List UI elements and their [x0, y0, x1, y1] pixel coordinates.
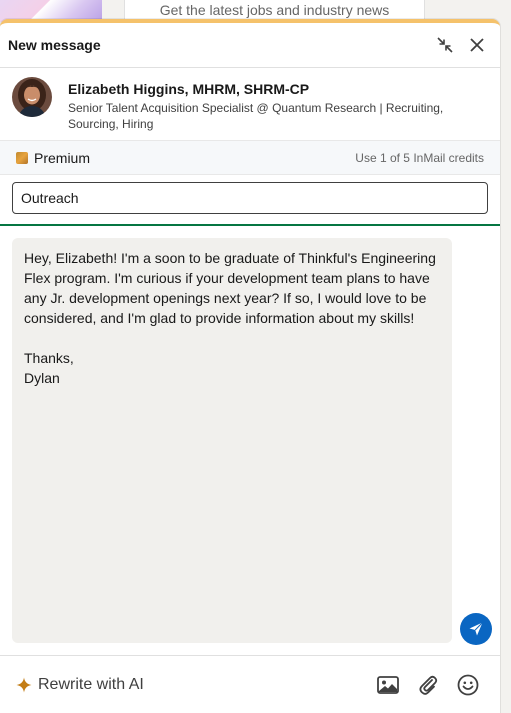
close-icon — [470, 38, 484, 52]
recipient-card: Elizabeth Higgins, MHRM, SHRM-CP Senior … — [0, 68, 500, 141]
premium-label: Premium — [34, 149, 91, 166]
attach-image-button[interactable] — [372, 669, 404, 701]
subject-input[interactable] — [12, 182, 488, 214]
send-icon — [469, 622, 483, 636]
minimize-icon — [437, 37, 453, 53]
emoji-icon — [457, 674, 479, 695]
image-icon — [377, 675, 399, 694]
recipient-headline: Senior Talent Acquisition Specialist @ Q… — [68, 101, 444, 131]
header-title[interactable]: New message — [8, 37, 428, 53]
close-button[interactable] — [462, 30, 492, 60]
rewrite-with-ai-button[interactable]: Rewrite with AI — [16, 676, 364, 694]
message-panel: New message Elizabeth Higgins, MHRM, SHR… — [0, 19, 500, 713]
minimize-button[interactable] — [430, 30, 460, 60]
subject-section — [0, 175, 500, 226]
paperclip-icon — [419, 675, 438, 695]
emoji-button[interactable] — [452, 669, 484, 701]
message-body[interactable]: Hey, Elizabeth! I'm a soon to be graduat… — [12, 238, 452, 643]
inmail-credits: Use 1 of 5 InMail credits — [355, 150, 484, 165]
message-footer: Rewrite with AI — [0, 655, 500, 713]
message-header: New message — [0, 23, 500, 68]
recipient-info: Elizabeth Higgins, MHRM, SHRM-CP Senior … — [68, 76, 488, 132]
rewrite-label: Rewrite with AI — [38, 675, 144, 693]
sparkle-icon — [16, 677, 32, 692]
send-button[interactable] — [460, 613, 492, 645]
compose-area: Hey, Elizabeth! I'm a soon to be graduat… — [0, 226, 500, 656]
premium-bar: Premium Use 1 of 5 InMail credits — [0, 141, 500, 175]
attach-file-button[interactable] — [412, 669, 444, 701]
premium-icon — [16, 151, 28, 164]
avatar[interactable] — [12, 77, 52, 117]
recipient-name[interactable]: Elizabeth Higgins, MHRM, SHRM-CP — [68, 80, 488, 98]
